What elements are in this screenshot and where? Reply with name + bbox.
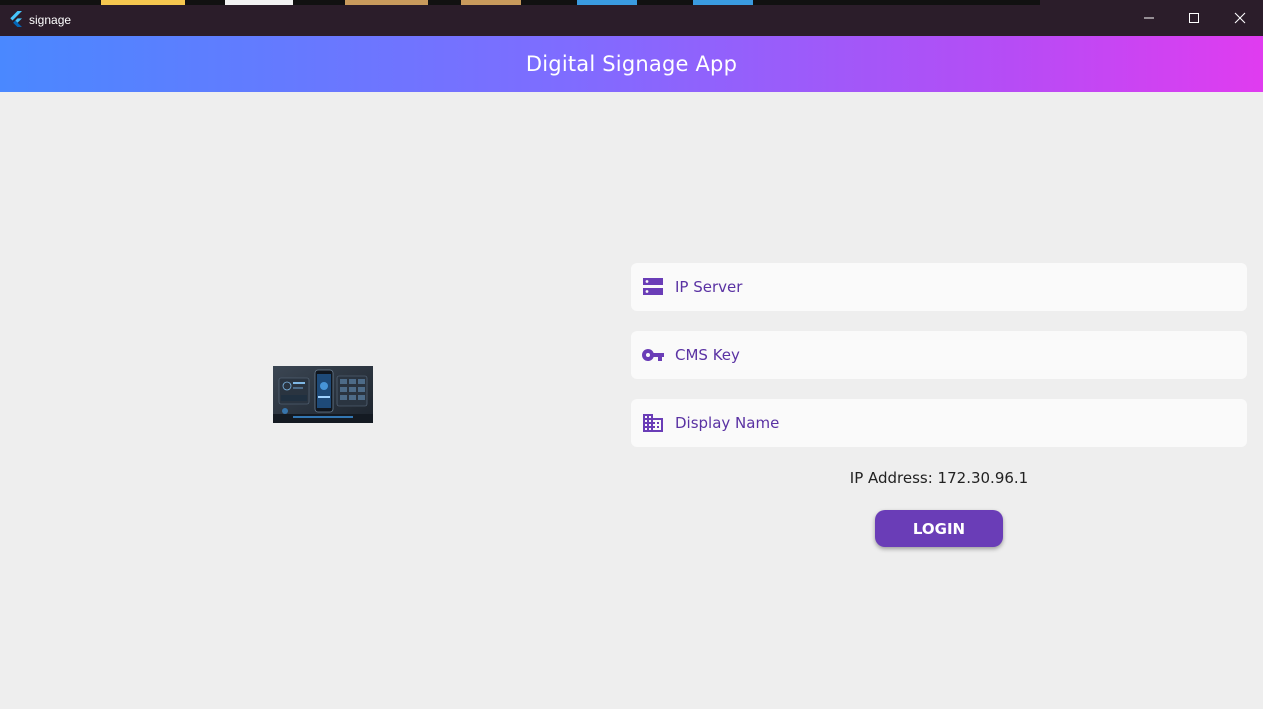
maximize-button[interactable] bbox=[1171, 0, 1217, 36]
close-button[interactable] bbox=[1217, 0, 1263, 36]
close-icon bbox=[1234, 12, 1246, 24]
window-titlebar[interactable]: signage bbox=[0, 0, 1263, 36]
cms-key-input[interactable] bbox=[675, 331, 1235, 379]
maximize-icon bbox=[1189, 13, 1199, 23]
cms-key-field[interactable] bbox=[631, 331, 1247, 379]
flutter-icon bbox=[10, 11, 22, 27]
key-icon bbox=[641, 349, 664, 361]
login-button[interactable]: LOGIN bbox=[875, 510, 1003, 547]
window-title: signage bbox=[29, 13, 72, 27]
ip-server-field[interactable] bbox=[631, 263, 1247, 311]
background-strip bbox=[577, 0, 637, 5]
background-strip bbox=[345, 0, 428, 5]
signage-device-image bbox=[273, 366, 373, 423]
business-icon bbox=[643, 414, 663, 432]
ip-server-input[interactable] bbox=[675, 263, 1235, 311]
background-strip bbox=[225, 0, 293, 5]
display-name-input[interactable] bbox=[675, 399, 1235, 447]
minimize-button[interactable] bbox=[1126, 0, 1172, 36]
app-bar: Digital Signage App bbox=[0, 36, 1263, 92]
background-strip bbox=[693, 0, 753, 5]
ip-address-text: IP Address: 172.30.96.1 bbox=[849, 469, 1029, 487]
dns-icon bbox=[643, 278, 663, 295]
background-strip bbox=[101, 0, 185, 5]
minimize-icon bbox=[1144, 17, 1154, 19]
main-content: IP Address: 172.30.96.1 LOGIN bbox=[0, 92, 1263, 709]
display-name-field[interactable] bbox=[631, 399, 1247, 447]
app-title: Digital Signage App bbox=[525, 52, 738, 76]
background-strip bbox=[461, 0, 521, 5]
